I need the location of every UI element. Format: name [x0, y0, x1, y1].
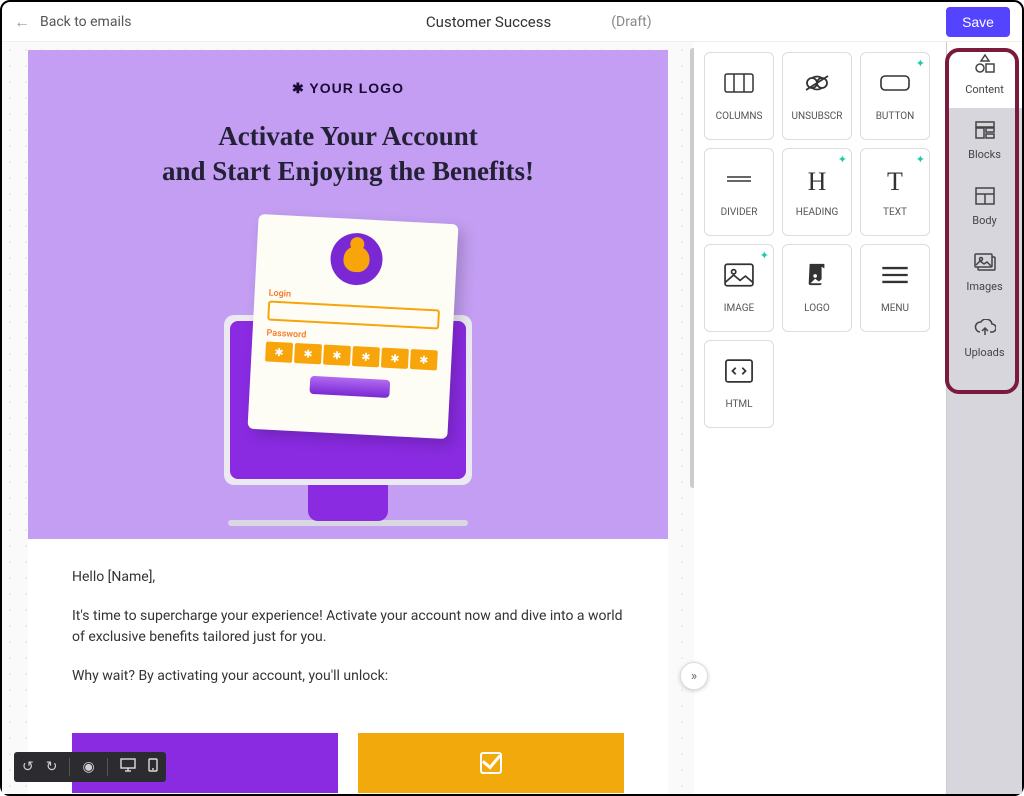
right-tabs: Content Blocks Body Images Uploads — [946, 42, 1022, 794]
columns-icon — [724, 71, 754, 101]
headline-line2: and Start Enjoying the Benefits! — [48, 154, 648, 189]
tool-text[interactable]: ✦ T TEXT — [860, 148, 930, 236]
panel-expand-handle[interactable]: » — [680, 662, 708, 690]
undo-button[interactable]: ↺ — [22, 759, 34, 775]
back-label: Back to emails — [40, 14, 132, 30]
page-header: ← Back to emails Customer Success (Draft… — [2, 2, 1022, 42]
bottom-toolbar: ↺ ↻ ◉ — [14, 752, 166, 782]
logo-icon — [802, 263, 832, 293]
button-icon — [880, 71, 910, 101]
arrow-left-icon: ← — [14, 12, 30, 32]
divider-icon — [724, 167, 754, 197]
save-button[interactable]: Save — [946, 7, 1010, 37]
toolbar-separator — [107, 758, 108, 776]
tool-button[interactable]: ✦ BUTTON — [860, 52, 930, 140]
avatar-icon — [329, 232, 384, 287]
body-icon — [975, 187, 995, 210]
tool-columns[interactable]: COLUMNS — [704, 52, 774, 140]
tab-images[interactable]: Images — [947, 240, 1022, 306]
blocks-icon — [975, 121, 995, 144]
redo-button[interactable]: ↻ — [46, 759, 58, 775]
preview-button[interactable]: ◉ — [82, 759, 94, 775]
email-headline: Activate Your Account and Start Enjoying… — [48, 119, 648, 189]
tool-label: DIVIDER — [721, 207, 758, 218]
tool-label: COLUMNS — [716, 111, 763, 122]
menu-icon — [880, 263, 910, 293]
page-title: Customer Success — [426, 13, 551, 31]
tool-label: HTML — [725, 399, 752, 410]
tool-logo[interactable]: LOGO — [782, 244, 852, 332]
tool-heading[interactable]: ✦ H HEADING — [782, 148, 852, 236]
tool-label: HEADING — [796, 207, 839, 218]
unsubscribe-icon — [802, 71, 832, 101]
tool-menu[interactable]: MENU — [860, 244, 930, 332]
tool-label: UNSUBSCR — [792, 111, 843, 122]
html-icon — [724, 359, 754, 389]
draft-status: (Draft) — [611, 14, 651, 30]
tab-label: Blocks — [968, 148, 1001, 161]
body-paragraph-2: Why wait? By activating your account, yo… — [72, 666, 624, 687]
sparkle-icon: ✦ — [838, 153, 847, 166]
text-icon: T — [887, 167, 903, 197]
tool-label: LOGO — [804, 303, 830, 314]
tab-uploads[interactable]: Uploads — [947, 306, 1022, 372]
tool-html[interactable]: HTML — [704, 340, 774, 428]
tool-label: BUTTON — [876, 111, 915, 122]
checkbox-icon — [480, 752, 502, 774]
header-center: Customer Success (Draft) — [426, 13, 652, 31]
email-hero: ✱ YOUR LOGO Activate Your Account and St… — [28, 50, 668, 539]
tool-unsubscribe[interactable]: UNSUBSCR — [782, 52, 852, 140]
shapes-icon — [974, 54, 996, 79]
tool-image[interactable]: ✦ IMAGE — [704, 244, 774, 332]
main-area: ✱ YOUR LOGO Activate Your Account and St… — [2, 42, 1022, 794]
tab-body[interactable]: Body — [947, 174, 1022, 240]
login-card-graphic: Login Password ✱ ✱ ✱ ✱ ✱ ✱ — [248, 214, 459, 439]
heading-icon: H — [808, 167, 827, 197]
sparkle-icon: ✦ — [916, 57, 925, 70]
images-icon — [974, 253, 996, 276]
login-submit-graphic — [309, 376, 390, 398]
tab-label: Body — [972, 214, 997, 227]
email-logo: ✱ YOUR LOGO — [48, 80, 648, 97]
chevron-right-icon: » — [691, 669, 697, 684]
tab-label: Content — [965, 83, 1004, 96]
email-preview[interactable]: ✱ YOUR LOGO Activate Your Account and St… — [28, 50, 668, 794]
cta-orange[interactable] — [358, 733, 624, 793]
image-icon — [724, 263, 754, 293]
sparkle-icon: ✦ — [916, 153, 925, 166]
tool-label: IMAGE — [724, 303, 755, 314]
tab-label: Uploads — [964, 346, 1004, 359]
greeting-text: Hello [Name], — [72, 567, 624, 588]
sparkle-icon: ✦ — [760, 249, 769, 262]
tool-label: MENU — [881, 303, 909, 314]
hero-illustration: Login Password ✱ ✱ ✱ ✱ ✱ ✱ — [198, 209, 498, 529]
uploads-icon — [974, 319, 996, 342]
tab-blocks[interactable]: Blocks — [947, 108, 1022, 174]
content-toolbox: » COLUMNS UNSUBSCR ✦ BUTTON DIVIDE — [694, 42, 946, 794]
tab-content[interactable]: Content — [947, 42, 1022, 108]
email-body-copy: Hello [Name], It's time to supercharge y… — [28, 539, 668, 733]
body-paragraph-1: It's time to supercharge your experience… — [72, 606, 624, 648]
editor-canvas[interactable]: ✱ YOUR LOGO Activate Your Account and St… — [2, 42, 694, 794]
tool-divider[interactable]: DIVIDER — [704, 148, 774, 236]
back-to-emails-link[interactable]: ← Back to emails — [14, 12, 132, 32]
headline-line1: Activate Your Account — [48, 119, 648, 154]
mobile-view-button[interactable] — [148, 758, 158, 776]
desktop-view-button[interactable] — [120, 758, 136, 776]
tool-label: TEXT — [883, 207, 907, 218]
toolbar-separator — [69, 758, 70, 776]
tab-label: Images — [966, 280, 1002, 293]
